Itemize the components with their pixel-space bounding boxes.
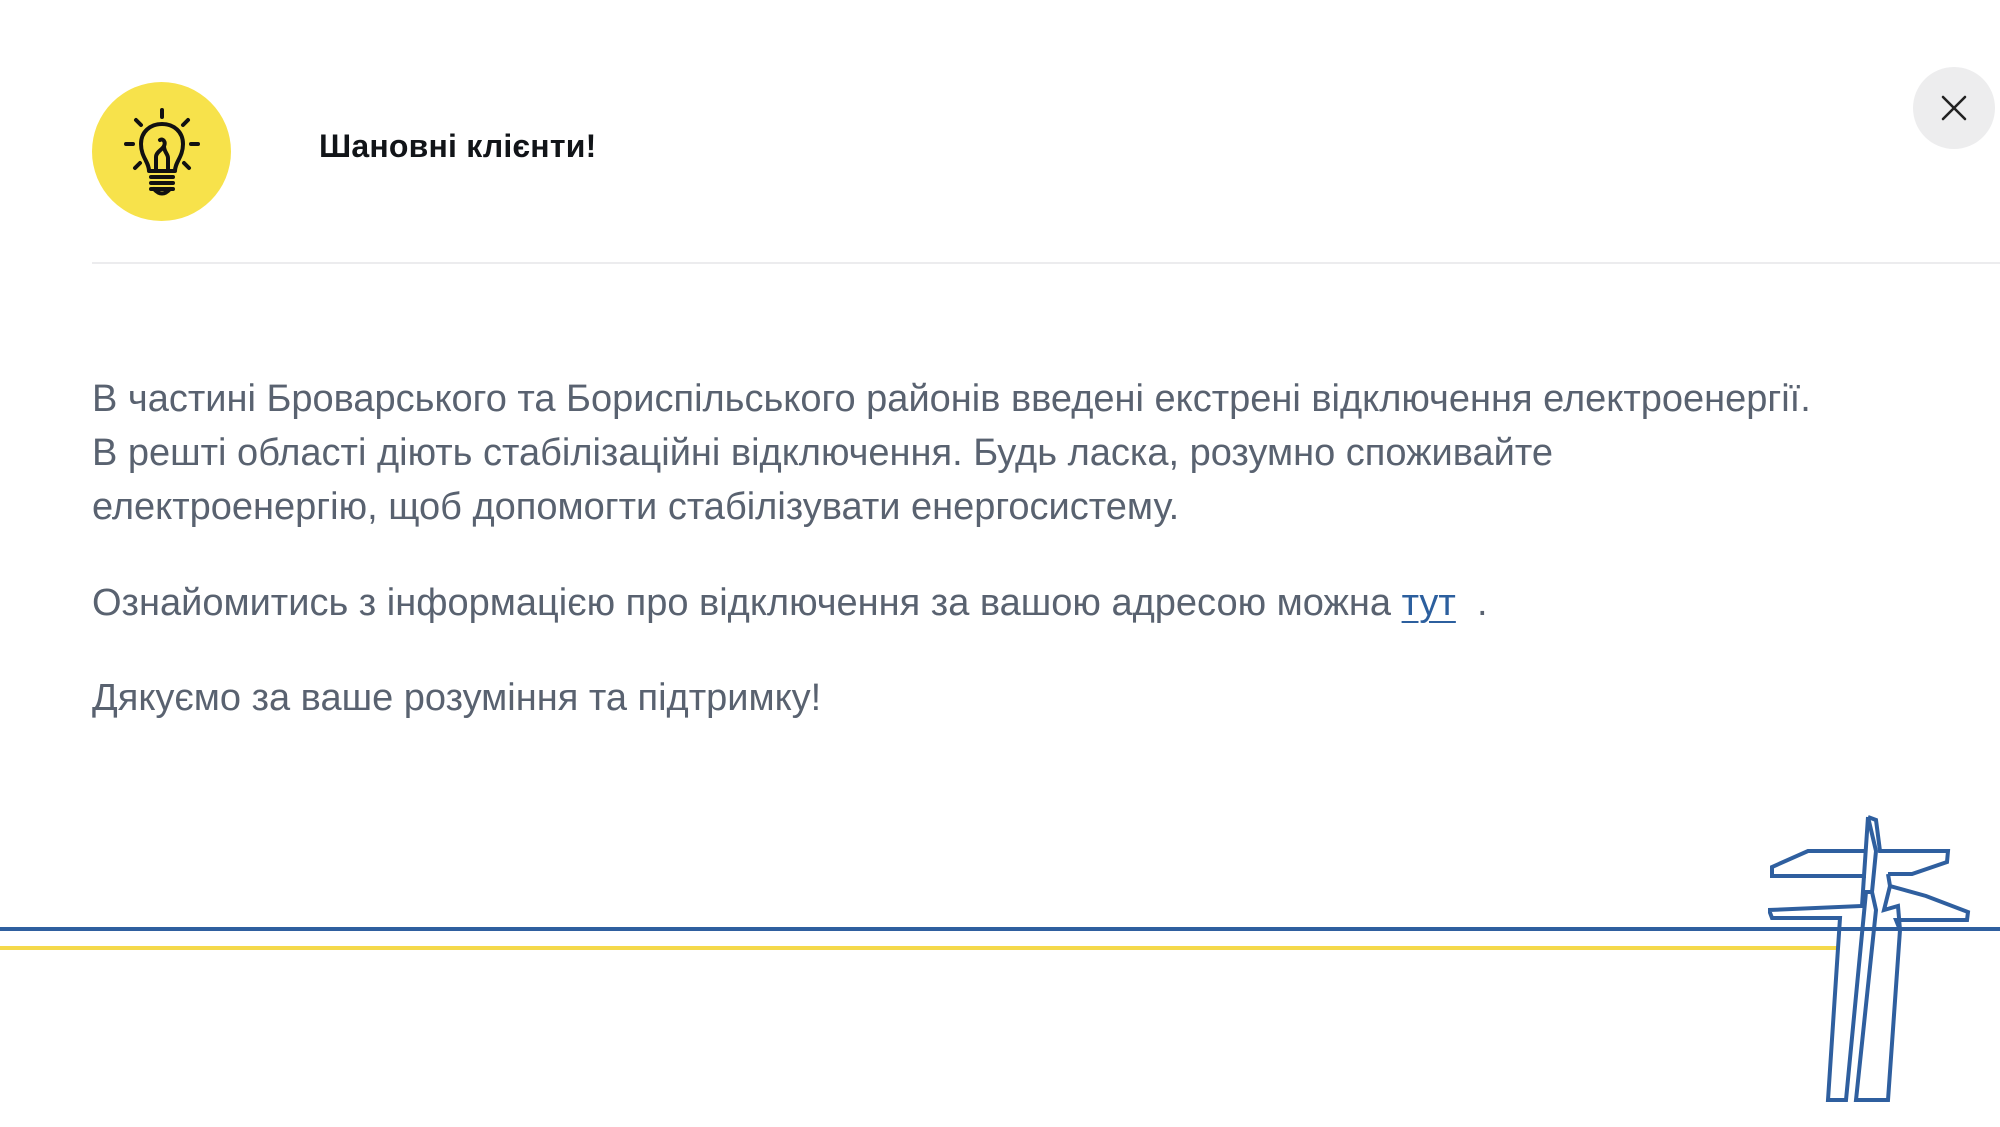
info-text: Ознайомитись з інформацією про відключен… [92, 582, 1402, 624]
power-tower-icon [1768, 815, 1971, 1102]
close-icon [1941, 95, 1967, 121]
message-body: В частині Броварського та Бориспільськог… [92, 372, 2000, 725]
modal-title: Шановні клієнти! [319, 128, 597, 164]
lightbulb-icon [123, 107, 200, 195]
decor-line-yellow [0, 946, 1838, 950]
thanks-paragraph: Дякуємо за ваше розуміння та підтримку! [92, 677, 822, 719]
decor-line-blue [0, 927, 2000, 931]
close-button[interactable] [1913, 67, 1995, 149]
info-paragraph: Ознайомитись з інформацією про відключен… [92, 576, 2000, 630]
lightbulb-badge [92, 82, 231, 221]
outage-line-1: В частині Броварського та Бориспільськог… [92, 378, 1811, 420]
outage-line-2: В решті області діють стабілізаційні від… [92, 432, 1553, 474]
info-suffix: . [1455, 582, 1488, 624]
outage-paragraph: В частині Броварського та Бориспільськог… [92, 372, 2000, 534]
header-divider [92, 262, 2000, 264]
outage-info-link[interactable]: тут [1402, 582, 1456, 624]
modal-header: Шановні клієнти! [0, 0, 2000, 265]
outage-line-3: електроенергію, щоб допомогти стабілізув… [92, 486, 1180, 528]
